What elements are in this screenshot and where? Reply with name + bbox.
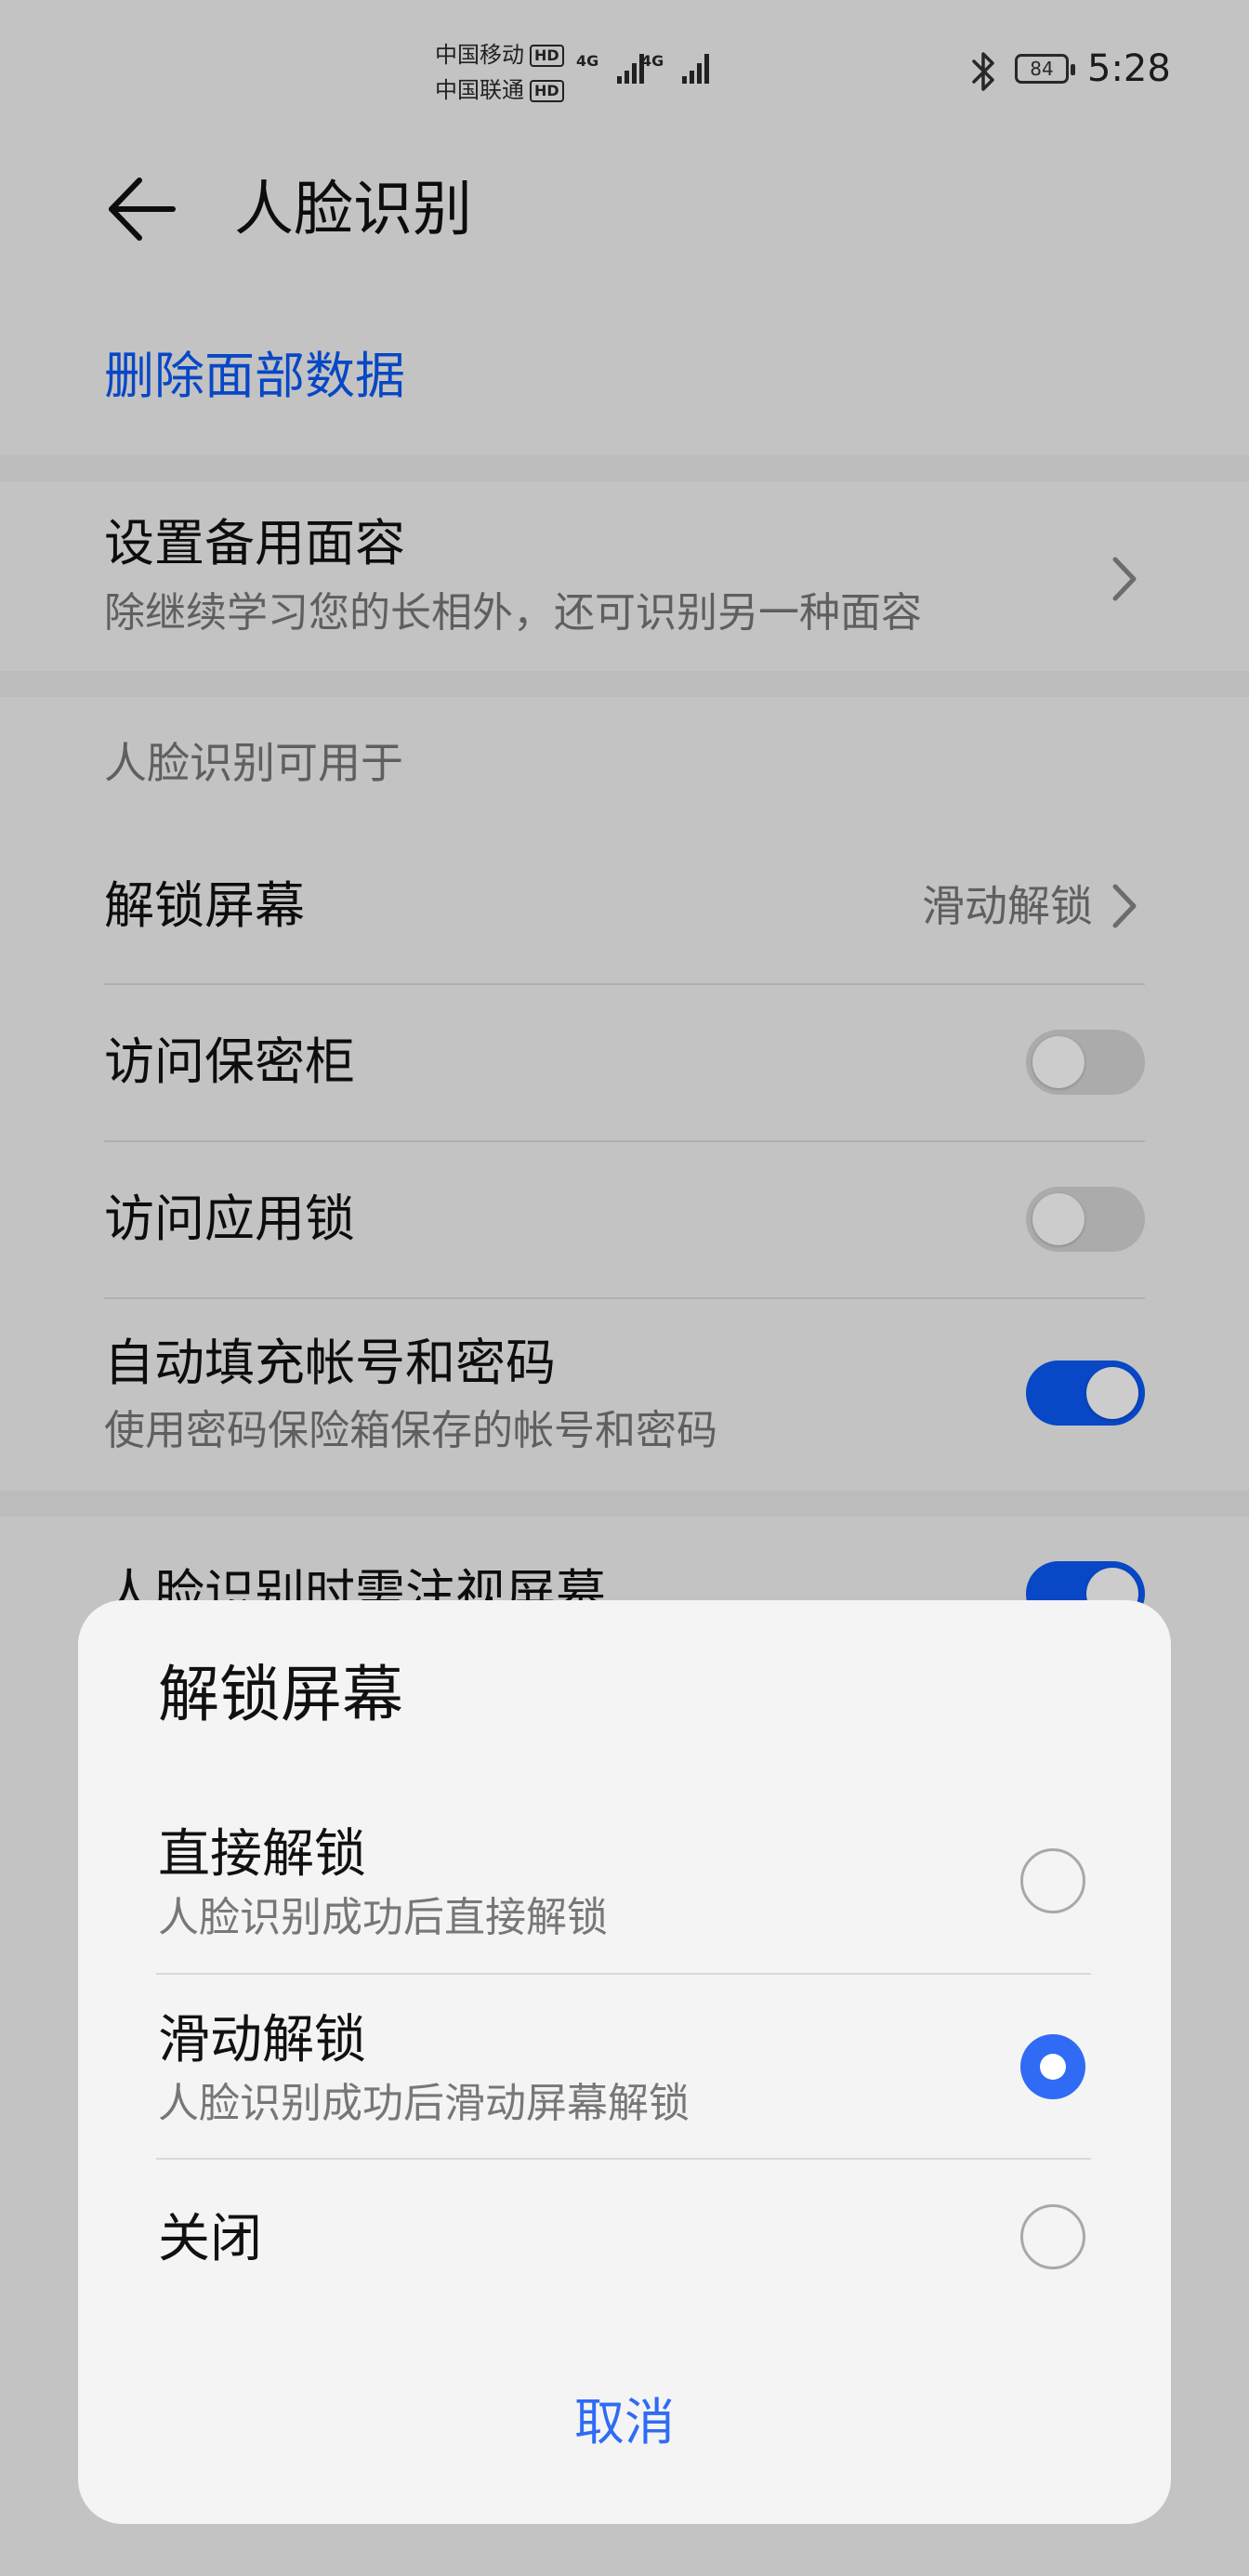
option-subtitle: 人脸识别成功后滑动屏幕解锁 <box>158 2080 690 2127</box>
option-title: 滑动解锁 <box>158 2010 366 2070</box>
divider <box>156 1973 1091 1975</box>
radio-off[interactable] <box>1020 2204 1085 2269</box>
cancel-button[interactable]: 取消 <box>78 2390 1171 2455</box>
divider <box>156 2158 1091 2160</box>
dialog-title: 解锁屏幕 <box>158 1659 403 1730</box>
radio-direct-unlock[interactable] <box>1020 1848 1085 1913</box>
option-subtitle: 人脸识别成功后直接解锁 <box>158 1894 608 1941</box>
unlock-screen-dialog: 解锁屏幕 直接解锁 人脸识别成功后直接解锁 滑动解锁 人脸识别成功后滑动屏幕解锁… <box>78 1600 1171 2524</box>
option-title: 关闭 <box>158 2209 262 2269</box>
option-title: 直接解锁 <box>158 1824 366 1885</box>
radio-swipe-unlock[interactable] <box>1020 2034 1085 2099</box>
